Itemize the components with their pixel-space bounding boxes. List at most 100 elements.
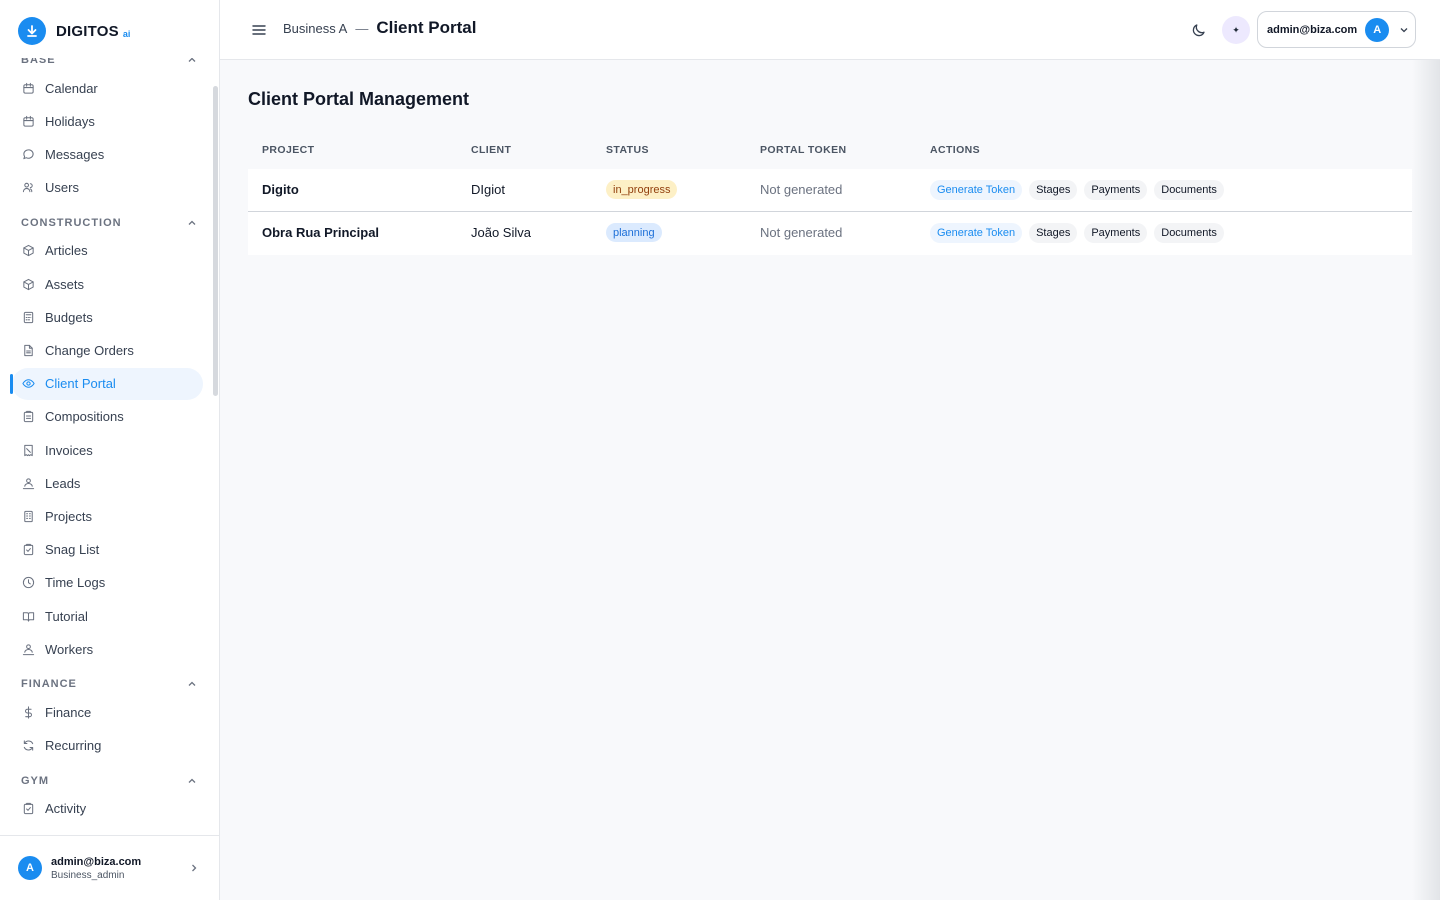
book-icon [22,611,35,622]
user-group-icon [22,478,35,489]
breadcrumb-separator: — [355,20,369,36]
column-header-project: PROJECT [262,144,315,156]
sidebar-item-workers[interactable]: Workers [12,633,203,665]
chevron-up-icon [188,778,196,783]
sidebar-item-label: Compositions [45,409,124,425]
panel-edge-shadow [1412,60,1440,900]
status-badge: planning [606,223,662,242]
refresh-icon [23,740,34,751]
generate-token-button[interactable]: Generate Token [930,223,1023,243]
sidebar-item-label: Projects [45,508,92,524]
sidebar-item-articles[interactable]: Articles [12,235,203,267]
brand-logo-icon [18,17,46,45]
section-title: GYM [21,774,50,787]
stages-button[interactable]: Stages [1029,223,1078,243]
clipboard-check-icon [23,543,34,556]
sidebar-item-time-logs[interactable]: Time Logs [12,567,203,599]
calendar-icon [23,115,34,127]
sidebar-item-label: Workers [45,641,94,657]
sidebar-item-calendar[interactable]: Calendar [12,72,203,104]
sidebar-item-tutorial[interactable]: Tutorial [12,600,203,632]
document-icon [24,344,33,357]
account-email: admin@biza.com [1267,23,1358,36]
sidebar-item-leads[interactable]: Leads [12,467,203,499]
client-name: DIgiot [471,182,505,197]
page-title: Client Portal [376,18,477,37]
row-actions: Generate Token Stages Payments Documents [930,223,1224,243]
sidebar-item-finance[interactable]: Finance [12,696,203,728]
project-name: Obra Rua Principal [262,225,380,240]
clipboard-check-icon [23,803,34,815]
dollar-icon [25,706,32,719]
documents-button[interactable]: Documents [1154,223,1224,243]
sidebar-item-recurring[interactable]: Recurring [12,730,203,762]
sidebar-item-projects[interactable]: Projects [12,500,203,532]
sidebar-item-label: Holidays [45,113,95,129]
clipboard-icon [23,411,34,423]
sidebar-item-label: Activity [45,801,87,817]
sidebar-item-label: Snag List [45,542,100,558]
generate-token-button[interactable]: Generate Token [930,180,1023,200]
account-menu-button[interactable]: admin@biza.com A [1257,11,1416,48]
sidebar-item-assets[interactable]: Assets [12,268,203,300]
sidebar-item-label: Time Logs [45,575,106,591]
user-email: admin@biza.com [51,855,142,868]
sidebar-item-holidays[interactable]: Holidays [12,105,203,137]
ai-assistant-button[interactable]: ✦ [1222,16,1250,44]
column-header-portal-token: PORTAL TOKEN [760,144,847,156]
sidebar-item-label: Tutorial [45,608,88,624]
payments-button[interactable]: Payments [1084,180,1148,200]
sidebar-item-label: Finance [45,704,92,720]
sidebar-item-invoices[interactable]: Invoices [12,434,203,466]
breadcrumb-business[interactable]: Business A [283,21,347,36]
avatar: A [1365,17,1390,42]
sidebar-item-users[interactable]: Users [12,172,203,204]
sidebar-user-card[interactable]: A admin@biza.com Business_admin [0,835,219,900]
sidebar-item-compositions[interactable]: Compositions [12,401,203,433]
sidebar-item-label: Budgets [45,309,93,325]
column-header-client: CLIENT [471,144,512,156]
sidebar-item-label: Client Portal [45,376,116,392]
hamburger-menu-icon[interactable] [250,21,268,39]
sidebar-item-activity[interactable]: Activity [12,793,203,825]
chat-bubble-icon [23,149,34,160]
sidebar-item-snag-list[interactable]: Snag List [12,534,203,566]
brand[interactable]: DIGITOS ai [18,16,130,46]
sidebar-item-client-portal[interactable]: Client Portal [10,367,203,400]
sidebar: DIGITOS ai BASE Calendar Holidays Messages… [0,0,220,900]
sidebar-section-construction[interactable]: CONSTRUCTION [21,215,197,231]
building-icon [24,510,33,523]
client-name: João Silva [471,225,531,240]
table-header: PROJECT CLIENT STATUS PORTAL TOKEN ACTIO… [248,134,1412,169]
documents-button[interactable]: Documents [1154,180,1224,200]
sidebar-item-messages[interactable]: Messages [12,138,203,170]
clock-icon [22,577,35,589]
sidebar-item-label: Recurring [45,738,102,754]
sidebar-item-change-orders[interactable]: Change Orders [12,334,203,366]
sidebar-section-base[interactable]: BASE [21,58,197,68]
sidebar-section-finance[interactable]: FINANCE [21,676,197,692]
sidebar-scrollbar[interactable] [213,86,218,396]
sidebar-section-gym[interactable]: GYM [21,773,197,789]
sidebar-item-label: Assets [45,276,85,292]
sidebar-item-budgets[interactable]: Budgets [12,301,203,333]
project-name: Digito [262,182,299,197]
brand-suffix: ai [122,29,131,39]
calculator-icon [23,311,34,323]
cube-icon [23,245,34,257]
sidebar-item-label: Users [45,180,79,196]
row-actions: Generate Token Stages Payments Documents [930,180,1224,200]
section-title: CONSTRUCTION [21,216,122,229]
moon-icon[interactable] [1190,21,1208,39]
receipt-icon [24,444,33,456]
chevron-up-icon [188,220,196,225]
payments-button[interactable]: Payments [1084,223,1148,243]
sidebar-nav[interactable]: BASE Calendar Holidays Messages Users CONSTR… [0,58,219,835]
brand-name: DIGITOS [56,22,119,40]
chevron-down-icon [1400,27,1408,32]
column-header-status: STATUS [606,144,649,156]
sidebar-item-label: Articles [45,243,88,259]
stages-button[interactable]: Stages [1029,180,1078,200]
sidebar-item-label: Calendar [45,80,98,96]
table-row: Obra Rua Principal João Silva planning N… [248,212,1412,255]
